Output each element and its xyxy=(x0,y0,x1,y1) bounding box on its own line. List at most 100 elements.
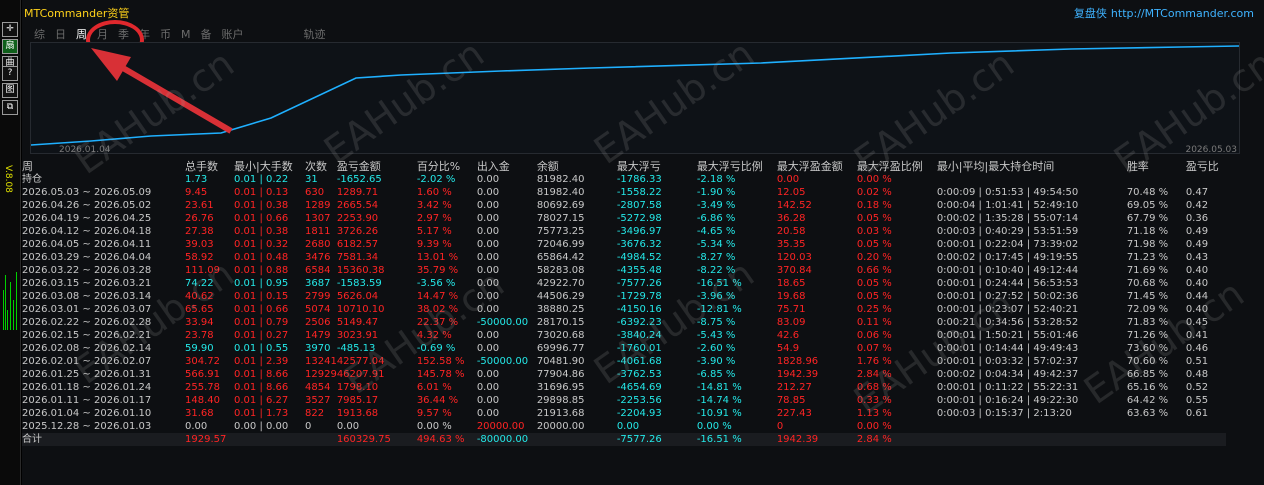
cell-pct: -2.02 % xyxy=(416,174,456,185)
cell-max_fp: 0.00 xyxy=(776,174,800,185)
table-row[interactable]: 持仓 1.73 0.01 | 0.22 31 -1652.65 -2.02 % 0.00 81… xyxy=(22,173,1226,186)
table-row[interactable]: 2026.03.29 ~ 2026.04.04 58.92 0.01 | 0.48 3… xyxy=(22,251,1226,264)
table-row[interactable]: 2026.04.05 ~ 2026.04.11 39.03 0.01 | 0.32 2… xyxy=(22,238,1226,251)
cell-pct: 13.01 % xyxy=(416,252,459,263)
cell-minmax: 0.01 | 6.27 xyxy=(234,395,289,406)
column-header[interactable]: 最小|平均|最大持仓时间 xyxy=(937,160,1127,173)
cell-pct: 35.79 % xyxy=(416,265,459,276)
cell-balance: 65864.42 xyxy=(536,252,585,263)
table-row[interactable]: 2026.01.18 ~ 2026.01.24 255.78 0.01 | 8.66… xyxy=(22,381,1226,394)
fan-icon[interactable]: 扇 xyxy=(2,39,18,54)
table-row[interactable]: 2026.02.15 ~ 2026.02.21 23.78 0.01 | 0.27 1… xyxy=(22,329,1226,342)
cell-minmax: 0.01 | 0.95 xyxy=(234,278,289,289)
cell-pnl: -485.13 xyxy=(336,343,376,354)
cell-times: 0:00:01 | 0:14:44 | 49:49:43 xyxy=(936,343,1079,354)
table-row[interactable]: 2026.01.11 ~ 2026.01.17 148.40 0.01 | 6.27… xyxy=(22,394,1226,407)
cell-pct: 145.78 % xyxy=(416,369,465,380)
table-row[interactable]: 2026.04.26 ~ 2026.05.02 23.61 0.01 | 0.38 1… xyxy=(22,199,1226,212)
window-icon[interactable]: ⧉ xyxy=(2,100,18,115)
cell-flow: 0.00 xyxy=(476,369,500,380)
cell-flow: 0.00 xyxy=(476,408,500,419)
cell-pct: 9.39 % xyxy=(416,239,452,250)
cell-count: 5074 xyxy=(305,304,331,315)
table-row[interactable]: 2026.03.15 ~ 2026.03.21 74.22 0.01 | 0.95 3… xyxy=(22,277,1226,290)
tab-6[interactable]: 币 xyxy=(160,28,171,41)
column-header[interactable]: 最大浮盈比例 xyxy=(857,160,937,173)
cell-pnl: 15360.38 xyxy=(336,265,385,276)
cell-minmax: 0.01 | 0.48 xyxy=(234,252,289,263)
column-header[interactable]: 最大浮盈金额 xyxy=(777,160,857,173)
cell-pnl: 2253.90 xyxy=(336,213,379,224)
column-header[interactable]: 盈亏金额 xyxy=(337,160,417,173)
cell-pnl: 42577.04 xyxy=(336,356,385,367)
cell-max_fp: 1942.39 xyxy=(776,433,857,446)
table-row[interactable]: 2026.05.03 ~ 2026.05.09 9.45 0.01 | 0.13 63… xyxy=(22,186,1226,199)
cell-lots: 74.22 xyxy=(185,278,214,289)
cell-lots: 26.76 xyxy=(185,213,214,224)
column-header[interactable]: 最大浮亏比例 xyxy=(697,160,777,173)
cell-max_fp_pct: 1.13 % xyxy=(856,408,892,419)
tab-1[interactable]: 日 xyxy=(55,28,66,41)
column-header[interactable]: 最小|大手数 xyxy=(234,160,305,173)
tab-8[interactable]: 备 xyxy=(201,28,212,41)
table-row[interactable]: 2026.04.19 ~ 2026.04.25 26.76 0.01 | 0.66 1… xyxy=(22,212,1226,225)
cell-max_dd_pct: -2.60 % xyxy=(696,343,736,354)
cell-flow: 0.00 xyxy=(476,213,500,224)
table-row[interactable]: 2026.02.22 ~ 2026.02.28 33.94 0.01 | 0.79 2… xyxy=(22,316,1226,329)
help-icon[interactable]: ? xyxy=(2,66,18,81)
column-header[interactable]: 余额 xyxy=(537,160,617,173)
cell-times: 0:00:01 | 0:27:52 | 50:02:36 xyxy=(936,291,1079,302)
column-header[interactable]: 次数 xyxy=(305,160,337,173)
brand[interactable]: 复盘侠 http://MTCommander.com xyxy=(1074,5,1254,21)
cell-minmax: 0.01 | 0.15 xyxy=(234,291,289,302)
cell-week: 2026.04.05 ~ 2026.04.11 xyxy=(22,239,152,250)
table-row[interactable]: 2026.03.22 ~ 2026.03.28 111.09 0.01 | 0.88… xyxy=(22,264,1226,277)
cell-minmax: 0.01 | 0.32 xyxy=(234,239,289,250)
cell-pct: 22.37 % xyxy=(416,317,459,328)
cell-balance: 75773.25 xyxy=(536,226,585,237)
tab-9[interactable]: 账户 xyxy=(222,28,244,41)
table-row[interactable]: 2026.01.25 ~ 2026.01.31 566.91 0.01 | 8.66… xyxy=(22,368,1226,381)
chart-icon[interactable]: 图 xyxy=(2,83,18,98)
cell-count: 1479 xyxy=(305,330,331,341)
cell-max_dd: -2807.58 xyxy=(616,200,662,211)
table-row[interactable]: 2026.04.12 ~ 2026.04.18 27.38 0.01 | 0.38 1… xyxy=(22,225,1226,238)
column-header[interactable]: 最大浮亏 xyxy=(617,160,697,173)
column-header[interactable]: 胜率 xyxy=(1127,160,1186,173)
cell-lots: 0.00 xyxy=(185,421,208,432)
cell-count: 12929 xyxy=(305,369,337,380)
cell-max_dd: 0.00 xyxy=(616,421,640,432)
cell-lots: 58.92 xyxy=(185,252,214,263)
table-row[interactable]: 2025.12.28 ~ 2026.01.03 0.00 0.00 | 0.00 0 0… xyxy=(22,420,1226,433)
table-row[interactable]: 合计 1929.57 160329.75 494.63 % -80000.00 -7577… xyxy=(22,433,1226,446)
cell-max_fp: 54.9 xyxy=(776,343,800,354)
cell-lots: 65.65 xyxy=(185,304,214,315)
table-row[interactable]: 2026.02.08 ~ 2026.02.14 59.90 0.01 | 0.55 3… xyxy=(22,342,1226,355)
cell-pnl: 7985.17 xyxy=(336,395,379,406)
cell-pct: 2.97 % xyxy=(416,213,452,224)
column-header[interactable]: 总手数 xyxy=(185,160,234,173)
cell-lots: 9.45 xyxy=(185,187,208,198)
cell-week: 合计 xyxy=(22,433,185,446)
table-row[interactable]: 2026.01.04 ~ 2026.01.10 31.68 0.01 | 1.73 8… xyxy=(22,407,1226,420)
table-row[interactable]: 2026.02.01 ~ 2026.02.07 304.72 0.01 | 2.39… xyxy=(22,355,1226,368)
move-icon[interactable]: ✛ xyxy=(2,22,18,37)
table-row[interactable]: 2026.03.01 ~ 2026.03.07 65.65 0.01 | 0.66 5… xyxy=(22,303,1226,316)
tab-0[interactable]: 综 xyxy=(34,28,45,41)
column-header[interactable]: 盈亏比 xyxy=(1186,160,1226,173)
cell-lots: 111.09 xyxy=(185,265,220,276)
tab-10[interactable]: 轨迹 xyxy=(304,28,326,41)
cell-week: 2026.03.15 ~ 2026.03.21 xyxy=(22,278,152,289)
brand-url[interactable]: http://MTCommander.com xyxy=(1111,7,1254,20)
column-header[interactable]: 周 xyxy=(22,160,185,173)
cell-balance: 38880.25 xyxy=(536,304,585,315)
cell-max_fp: 19.68 xyxy=(776,291,806,302)
column-header[interactable]: 百分比% xyxy=(417,160,477,173)
table-row[interactable]: 2026.03.08 ~ 2026.03.14 40.62 0.01 | 0.15 2… xyxy=(22,290,1226,303)
column-header[interactable]: 出入金 xyxy=(477,160,537,173)
cell-pnl: 0.00 xyxy=(336,421,360,432)
cell-times: 0:00:04 | 1:01:41 | 52:49:10 xyxy=(936,200,1079,211)
cell-balance: 78027.15 xyxy=(536,213,585,224)
cell-max_dd: -6392.23 xyxy=(616,317,662,328)
tab-7[interactable]: M xyxy=(181,28,191,41)
